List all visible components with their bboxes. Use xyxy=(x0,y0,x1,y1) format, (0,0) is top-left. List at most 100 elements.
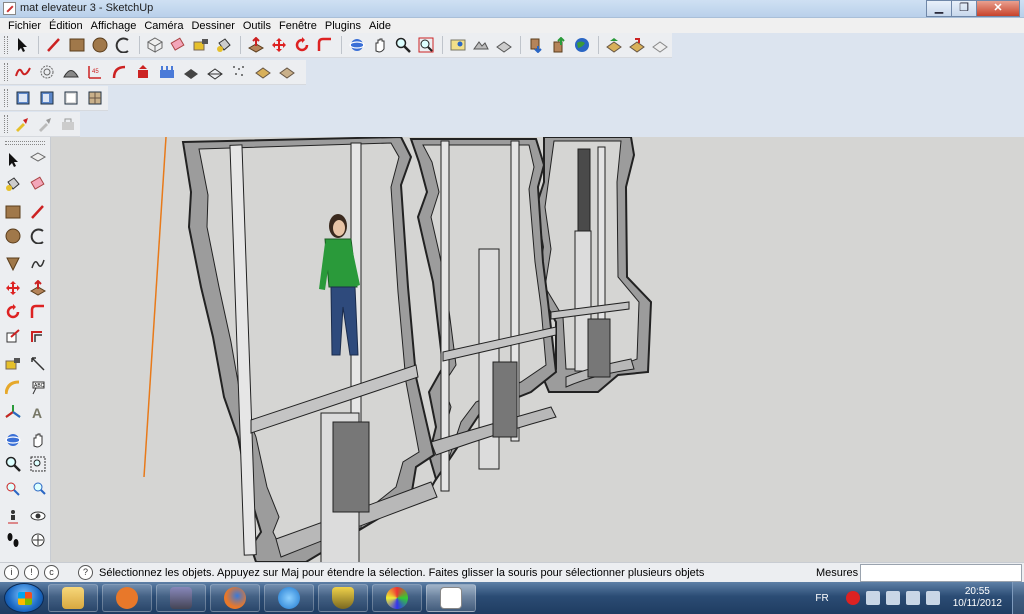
move-tool-icon[interactable] xyxy=(2,276,25,299)
paint-bucket-tool-icon[interactable] xyxy=(2,172,25,195)
add-location-tool-icon[interactable] xyxy=(448,34,469,56)
language-indicator[interactable]: FR xyxy=(815,593,828,604)
follow-me-tool-icon[interactable] xyxy=(315,34,336,56)
google-earth-tool-icon[interactable] xyxy=(572,34,593,56)
taskbar-security[interactable] xyxy=(318,584,368,612)
pan-tool-icon[interactable] xyxy=(27,428,50,451)
start-button[interactable] xyxy=(4,583,44,613)
scale-tool-icon[interactable] xyxy=(2,324,25,347)
make-component-tool-icon[interactable] xyxy=(27,148,50,171)
select-tool-icon[interactable] xyxy=(12,34,33,56)
select-tool-icon[interactable] xyxy=(2,148,25,171)
zoom-extents-tool-icon[interactable] xyxy=(416,34,437,56)
menu-affichage[interactable]: Affichage xyxy=(87,20,141,32)
zoom-window-tool-icon[interactable] xyxy=(27,452,50,475)
taskbar-firefox[interactable] xyxy=(210,584,260,612)
credits-icon[interactable]: ! xyxy=(24,565,39,580)
protractor-tool-icon[interactable] xyxy=(2,376,25,399)
toolbar-grip[interactable] xyxy=(5,141,45,145)
clock[interactable]: 20:55 10/11/2012 xyxy=(953,586,1002,610)
menu-camera[interactable]: Caméra xyxy=(140,20,187,32)
from-contours-tool-icon[interactable] xyxy=(36,61,58,83)
push-pull-tool-icon[interactable] xyxy=(246,34,267,56)
component-hide-tool-icon[interactable] xyxy=(35,113,56,135)
text-tool-icon[interactable]: ABC xyxy=(27,376,50,399)
taskbar-media-player[interactable] xyxy=(102,584,152,612)
minimize-button[interactable]: ▁ xyxy=(926,0,952,17)
network-icon[interactable] xyxy=(905,591,920,605)
taskbar-game[interactable] xyxy=(156,584,206,612)
menu-fichier[interactable]: Fichier xyxy=(4,20,45,32)
next-view-tool-icon[interactable] xyxy=(627,34,648,56)
power-icon[interactable] xyxy=(885,591,900,605)
offset-tool-icon[interactable] xyxy=(27,324,50,347)
eraser-tool-icon[interactable] xyxy=(27,172,50,195)
component-lock-tool-icon[interactable] xyxy=(58,113,79,135)
taskbar-internet-explorer[interactable] xyxy=(264,584,314,612)
previous-tool-icon[interactable] xyxy=(27,476,50,499)
circle-tool-icon[interactable] xyxy=(90,34,111,56)
show-desktop-button[interactable] xyxy=(1012,582,1024,614)
menu-dessiner[interactable]: Dessiner xyxy=(187,20,238,32)
stamp-tool-icon[interactable] xyxy=(132,61,154,83)
photo-textures-tool-icon[interactable] xyxy=(494,34,515,56)
measurements-input[interactable] xyxy=(860,564,1022,582)
polygon-tool-icon[interactable] xyxy=(2,252,25,275)
freehand-tool-icon[interactable] xyxy=(12,61,34,83)
menu-plugins[interactable]: Plugins xyxy=(321,20,365,32)
volume-icon[interactable] xyxy=(925,591,940,605)
toolbar-grip[interactable] xyxy=(4,36,8,54)
move-tool-icon[interactable] xyxy=(269,34,290,56)
taskbar-sketchup[interactable] xyxy=(426,584,476,612)
line-tool-icon[interactable] xyxy=(27,200,50,223)
terrain-box-tool-icon[interactable] xyxy=(252,61,274,83)
position-camera-tool-icon[interactable] xyxy=(2,504,25,527)
toolbar-grip[interactable] xyxy=(4,115,8,133)
walk-tool-icon[interactable] xyxy=(2,528,25,551)
circle-tool-icon[interactable] xyxy=(2,224,25,247)
previous-view-tool-icon[interactable] xyxy=(604,34,625,56)
taskbar-explorer[interactable] xyxy=(48,584,98,612)
arc-offset-tool-icon[interactable] xyxy=(108,61,130,83)
zoom-extents-tool-icon[interactable] xyxy=(2,476,25,499)
tape-measure-tool-icon[interactable] xyxy=(191,34,212,56)
make-component-tool-icon[interactable] xyxy=(145,34,166,56)
eraser-tool-icon[interactable] xyxy=(168,34,189,56)
pan-tool-icon[interactable] xyxy=(370,34,391,56)
help-icon[interactable]: ? xyxy=(78,565,93,580)
maximize-button[interactable]: ❐ xyxy=(951,0,977,17)
orbit-tool-icon[interactable] xyxy=(2,428,25,451)
copyright-icon[interactable]: c xyxy=(44,565,59,580)
back-view-icon[interactable] xyxy=(60,87,82,109)
axes-tool-icon[interactable] xyxy=(2,400,25,423)
arc-tool-icon[interactable] xyxy=(113,34,134,56)
rotate-tool-icon[interactable] xyxy=(2,300,25,323)
look-around-tool-icon[interactable] xyxy=(27,504,50,527)
follow-me-tool-icon[interactable] xyxy=(27,300,50,323)
dimension-tool-icon[interactable] xyxy=(27,352,50,375)
section-plane-tool-icon[interactable] xyxy=(27,528,50,551)
push-pull-tool-icon[interactable] xyxy=(27,276,50,299)
freehand-tool-icon[interactable] xyxy=(27,252,50,275)
viewport-canvas[interactable] xyxy=(51,137,1024,562)
add-detail-tool-icon[interactable] xyxy=(180,61,202,83)
right-view-icon[interactable] xyxy=(36,87,58,109)
3d-text-tool-icon[interactable]: A xyxy=(27,400,50,423)
rectangle-tool-icon[interactable] xyxy=(2,200,25,223)
toolbar-grip[interactable] xyxy=(4,89,8,107)
drape-tool-icon[interactable] xyxy=(156,61,178,83)
toolbar-grip[interactable] xyxy=(4,63,8,81)
menu-outils[interactable]: Outils xyxy=(239,20,275,32)
antivirus-icon[interactable] xyxy=(845,591,860,605)
menu-edition[interactable]: Édition xyxy=(45,20,87,32)
left-view-icon[interactable] xyxy=(84,87,106,109)
component-edit-tool-icon[interactable] xyxy=(12,113,33,135)
section-plane-tool-icon[interactable] xyxy=(650,34,671,56)
zoom-tool-icon[interactable] xyxy=(2,452,25,475)
rectangle-tool-icon[interactable] xyxy=(67,34,88,56)
dimension-tool-icon[interactable]: 45 xyxy=(84,61,106,83)
close-button[interactable]: ✕ xyxy=(976,0,1020,17)
tape-measure-tool-icon[interactable] xyxy=(2,352,25,375)
geo-location-icon[interactable]: i xyxy=(4,565,19,580)
terrain-scatter-tool-icon[interactable] xyxy=(228,61,250,83)
